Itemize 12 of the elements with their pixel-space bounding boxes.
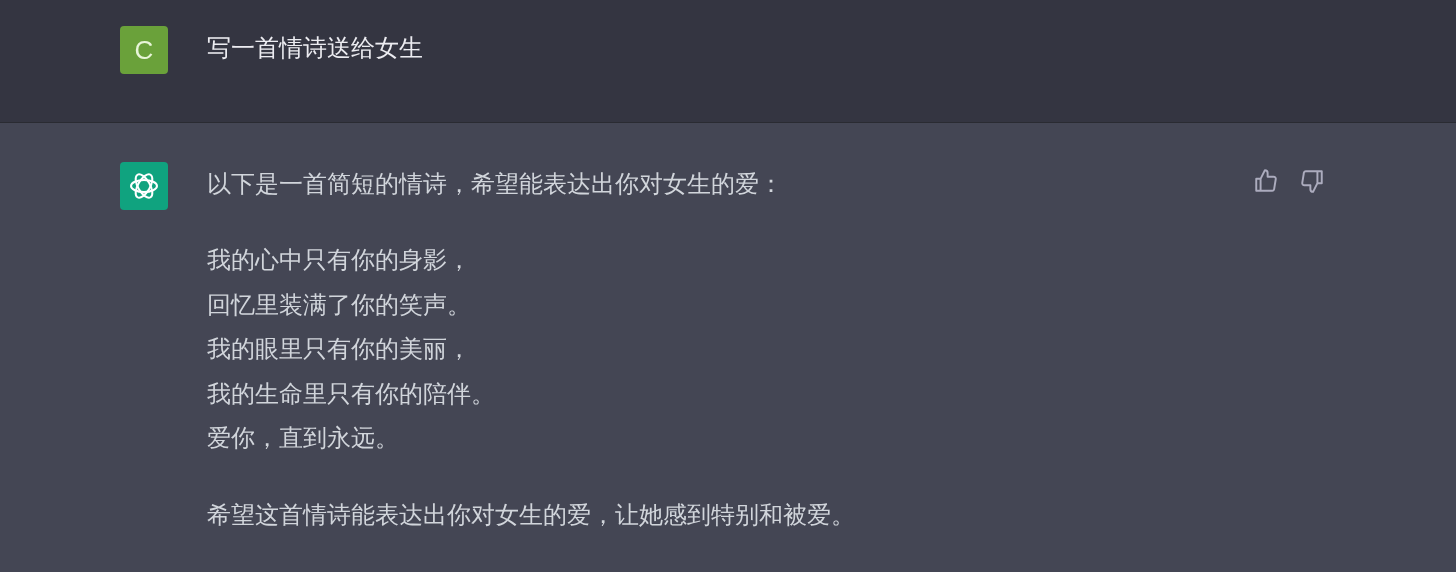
- user-avatar: C: [120, 26, 168, 74]
- user-message-text: 写一首情诗送给女生: [207, 33, 423, 64]
- poem-line: 我的眼里只有你的美丽，: [207, 334, 471, 365]
- response-paragraph: 希望这首情诗能表达出你对女生的爱，让她感到特别和被爱。: [207, 499, 856, 531]
- poem-line: 爱你，直到永远。: [207, 423, 399, 454]
- poem-line: 我的心中只有你的身影，: [207, 245, 471, 276]
- poem-line: 我的生命里只有你的陪伴。: [207, 378, 495, 410]
- thumbs-up-icon[interactable]: [1253, 168, 1279, 194]
- knot-logo-icon: [128, 170, 160, 202]
- thumbs-down-icon[interactable]: [1299, 168, 1325, 194]
- poem-line: 回忆里装满了你的笑声。: [207, 289, 471, 321]
- response-paragraph: 以下是一首简短的情诗，希望能表达出你对女生的爱：: [207, 169, 784, 200]
